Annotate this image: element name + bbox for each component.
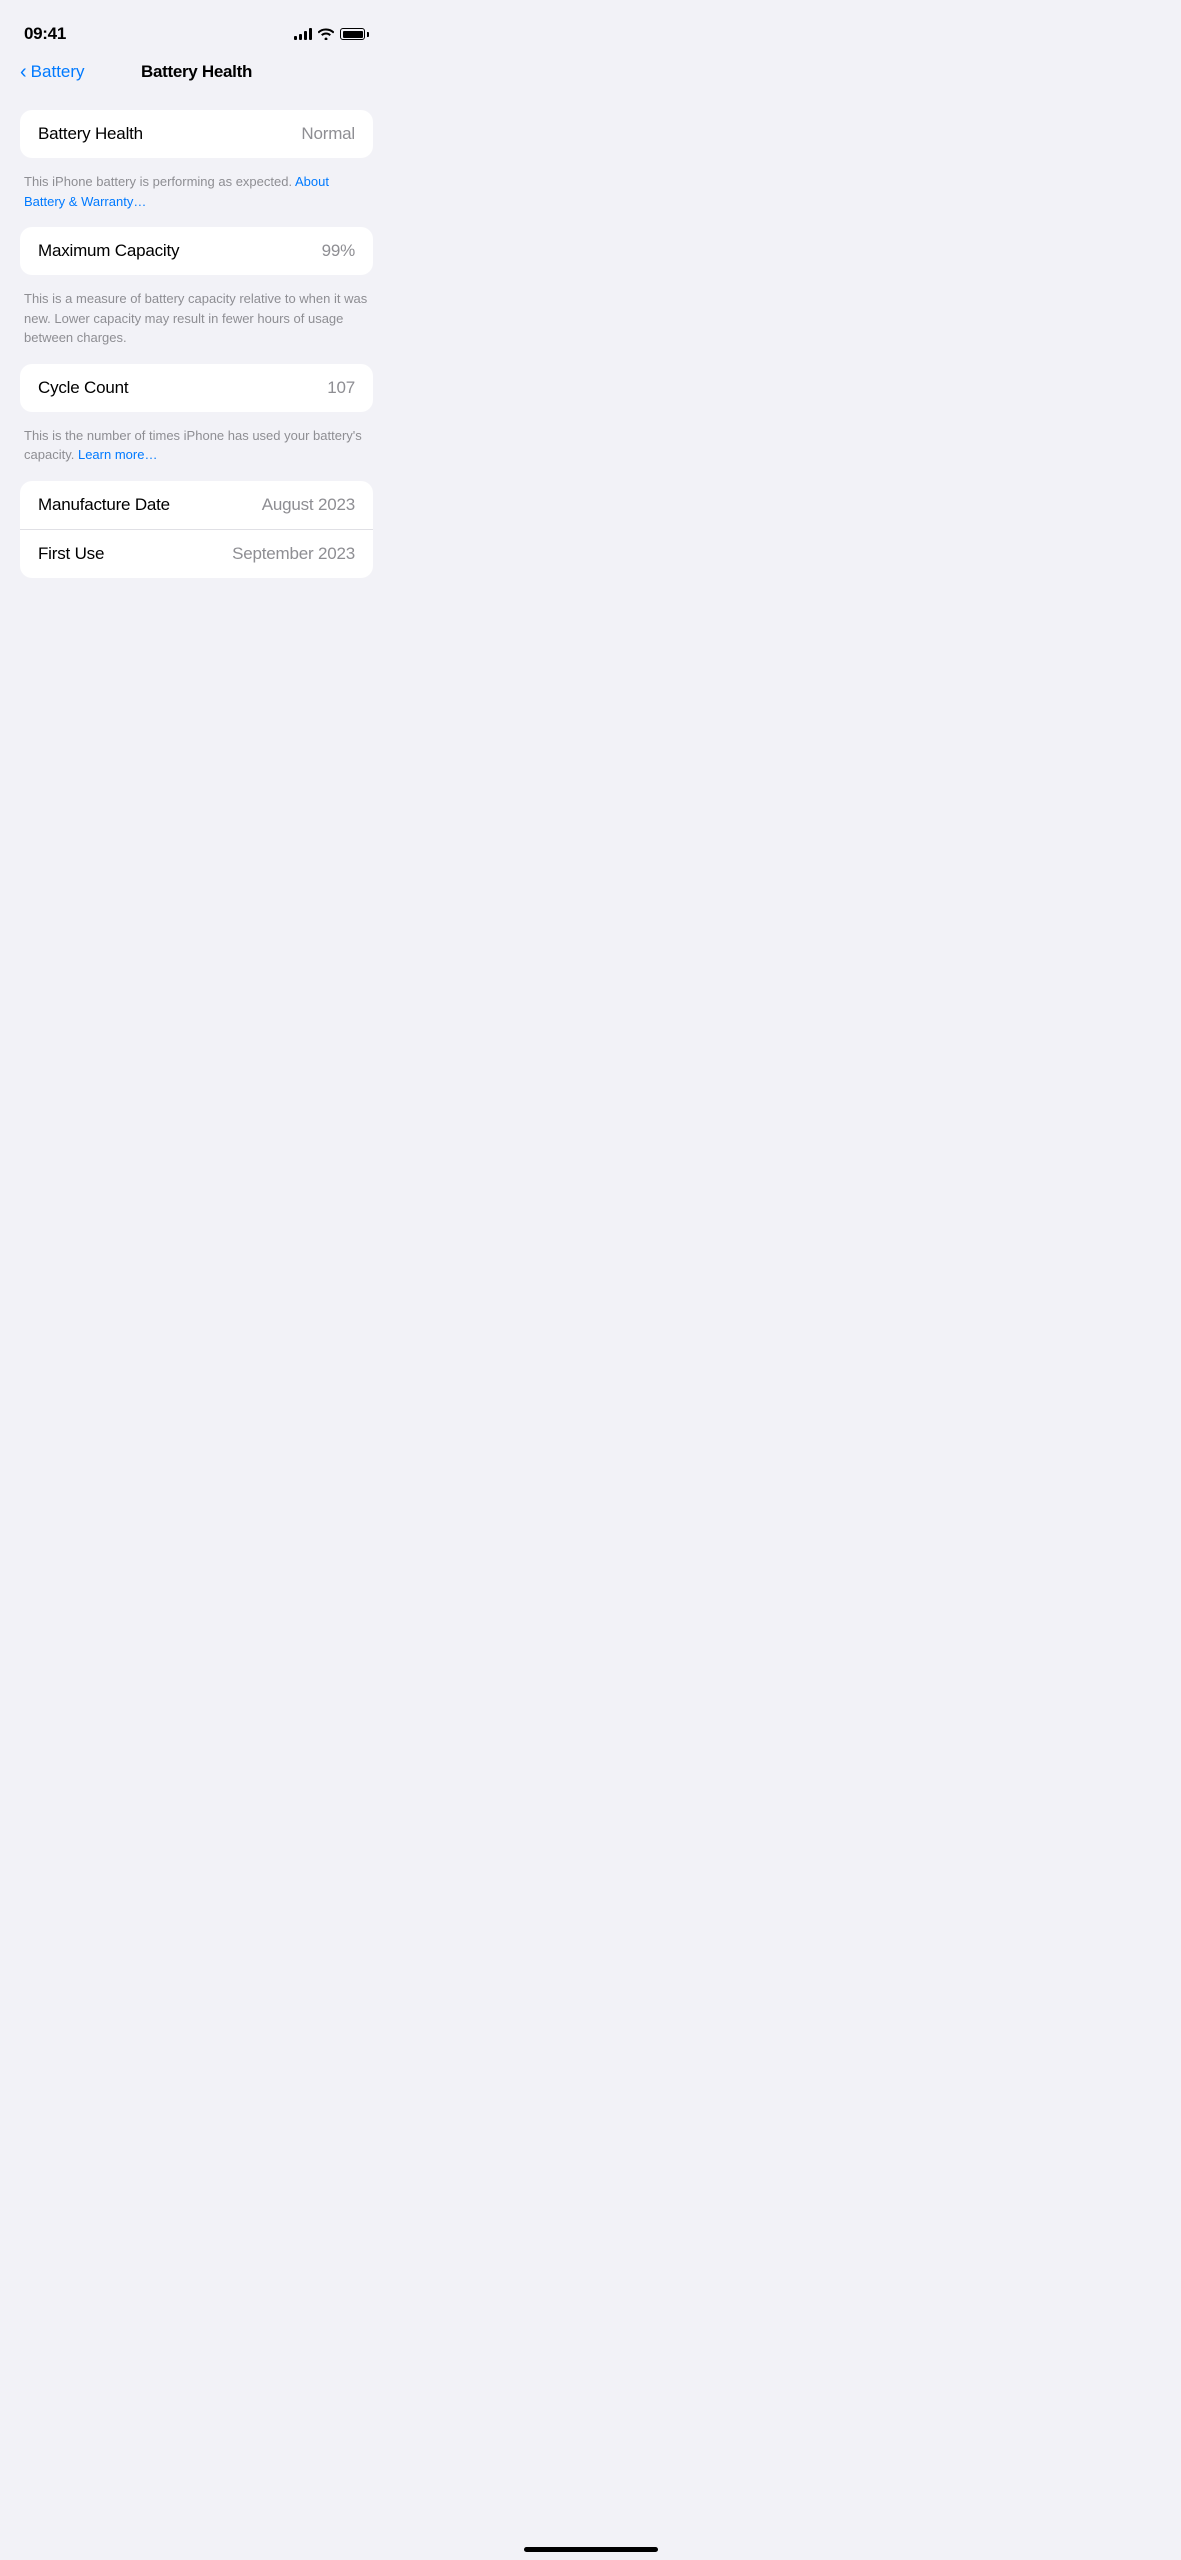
nav-bar: ‹ Battery Battery Health xyxy=(0,54,393,94)
cycle-count-label: Cycle Count xyxy=(38,378,128,398)
manufacture-date-row: Manufacture Date August 2023 xyxy=(20,481,373,529)
battery-health-description: This iPhone battery is performing as exp… xyxy=(20,166,373,227)
back-chevron-icon: ‹ xyxy=(20,62,27,82)
dates-card: Manufacture Date August 2023 First Use S… xyxy=(20,481,373,578)
first-use-label: First Use xyxy=(38,544,104,564)
home-indicator xyxy=(524,2547,658,2552)
status-time: 09:41 xyxy=(24,24,66,44)
main-content: Battery Health Normal This iPhone batter… xyxy=(0,94,393,578)
status-bar: 09:41 xyxy=(0,0,393,54)
manufacture-date-value: August 2023 xyxy=(262,495,355,515)
maximum-capacity-value: 99% xyxy=(322,241,355,261)
first-use-row: First Use September 2023 xyxy=(20,529,373,578)
battery-health-row: Battery Health Normal xyxy=(20,110,373,158)
maximum-capacity-description: This is a measure of battery capacity re… xyxy=(20,283,373,364)
battery-health-card: Battery Health Normal xyxy=(20,110,373,158)
battery-health-value: Normal xyxy=(301,124,355,144)
maximum-capacity-label: Maximum Capacity xyxy=(38,241,179,261)
maximum-capacity-card: Maximum Capacity 99% xyxy=(20,227,373,275)
learn-more-link[interactable]: Learn more… xyxy=(78,447,157,462)
signal-icon xyxy=(294,28,312,40)
battery-health-label: Battery Health xyxy=(38,124,143,144)
first-use-value: September 2023 xyxy=(232,544,355,564)
cycle-count-description: This is the number of times iPhone has u… xyxy=(20,420,373,481)
wifi-icon xyxy=(318,28,334,40)
manufacture-date-label: Manufacture Date xyxy=(38,495,170,515)
battery-icon xyxy=(340,28,369,40)
back-button[interactable]: ‹ Battery xyxy=(20,62,85,82)
maximum-capacity-row: Maximum Capacity 99% xyxy=(20,227,373,275)
back-label: Battery xyxy=(31,62,85,82)
page-title: Battery Health xyxy=(141,62,252,82)
status-icons xyxy=(294,28,369,40)
cycle-count-value: 107 xyxy=(327,378,355,398)
cycle-count-row: Cycle Count 107 xyxy=(20,364,373,412)
cycle-count-card: Cycle Count 107 xyxy=(20,364,373,412)
